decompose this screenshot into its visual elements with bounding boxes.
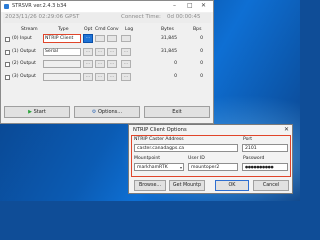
start-button[interactable]: ▶ Start: [4, 106, 70, 118]
timestamp: 2023/11/26 02:29:06 GPST: [5, 14, 80, 20]
row0-checkbox[interactable]: [5, 37, 10, 42]
row0-type-value: NTRIP Client: [45, 36, 74, 41]
ntrip-options-dialog: NTRIP Client Options ✕ NTRIP Caster Addr…: [128, 124, 293, 194]
header-cmd: Cmd: [95, 27, 106, 32]
header-type: Type: [58, 27, 69, 32]
dialog-title: NTRIP Client Options: [133, 127, 187, 133]
row2-log-button[interactable]: ...: [121, 60, 131, 68]
user-id-input[interactable]: mountoper2: [188, 163, 238, 171]
password-input[interactable]: ●●●●●●●●●●: [242, 163, 288, 171]
row3-opt-button[interactable]: ...: [83, 73, 93, 81]
connect-time-value: 0d 00:00:45: [167, 14, 201, 20]
mountpoint-value: markhamRTK: [137, 165, 168, 170]
row2-bytes: 0: [174, 61, 177, 66]
caster-address-label: NTRIP Caster Address: [134, 137, 184, 142]
close-button[interactable]: ✕: [201, 1, 206, 11]
row0-opt-button[interactable]: ...: [83, 34, 93, 43]
cancel-button[interactable]: Cancel: [253, 180, 289, 191]
ok-button[interactable]: OK: [215, 180, 249, 191]
row1-log-button[interactable]: ...: [121, 48, 131, 56]
row2-cmd-button[interactable]: ...: [95, 60, 105, 68]
title-bar: STRSVR ver.2.4.3 b34 – □ ✕: [1, 1, 213, 12]
strsvr-window: STRSVR ver.2.4.3 b34 – □ ✕ 2023/11/26 02…: [0, 0, 214, 124]
password-label: Password: [243, 156, 265, 161]
row2-type-select[interactable]: [43, 60, 81, 68]
get-mountpoint-button[interactable]: Get Mountp: [169, 180, 205, 191]
minimize-button[interactable]: –: [173, 1, 176, 11]
row0-stream-label: (0) Input: [12, 36, 32, 41]
row0-log-button[interactable]: [121, 35, 131, 42]
user-id-label: User ID: [188, 156, 205, 161]
header-conv: Conv: [107, 27, 119, 32]
row0-bps: 0: [200, 36, 203, 41]
row3-type-select[interactable]: [43, 73, 81, 81]
row3-cmd-button[interactable]: ...: [95, 73, 105, 81]
row0-type-select[interactable]: NTRIP Client: [43, 34, 81, 43]
row3-stream-label: (3) Output: [12, 74, 36, 79]
options-label: Options...: [98, 109, 123, 115]
row1-checkbox[interactable]: [5, 50, 10, 55]
row2-conv-button[interactable]: ...: [107, 60, 117, 68]
row2-bps: 0: [200, 61, 203, 66]
status-bar: 2023/11/26 02:29:06 GPST Connect Time: 0…: [3, 13, 211, 23]
row2-checkbox[interactable]: [5, 62, 10, 67]
row0-cmd-button[interactable]: [95, 35, 105, 42]
mountpoint-label: Mountpoint: [134, 156, 161, 161]
row0-conv-button[interactable]: [107, 35, 117, 42]
gear-icon: ⚙: [91, 109, 97, 115]
row1-bps: 0: [200, 49, 203, 54]
mountpoint-select[interactable]: markhamRTK ▾: [134, 163, 184, 171]
row1-conv-button[interactable]: ...: [107, 48, 117, 56]
row0-bytes: 31,845: [160, 36, 177, 41]
chevron-down-icon: ▾: [179, 165, 182, 170]
port-input[interactable]: 2101: [242, 144, 288, 152]
play-icon: ▶: [28, 109, 33, 115]
port-label: Port: [243, 137, 253, 142]
header-log: Log: [125, 27, 134, 32]
window-title: STRSVR ver.2.4.3 b34: [12, 3, 67, 9]
caster-address-input[interactable]: caster.canadagps.ca: [134, 144, 238, 152]
row1-opt-button[interactable]: ...: [83, 48, 93, 56]
row1-type-value: Serial: [45, 49, 58, 54]
header-bytes: Bytes: [161, 27, 174, 32]
row3-log-button[interactable]: ...: [121, 73, 131, 81]
header-opt: Opt: [84, 27, 93, 32]
options-button[interactable]: ⚙ Options...: [74, 106, 140, 118]
exit-button[interactable]: Exit: [144, 106, 210, 118]
row2-stream-label: (2) Output: [12, 61, 36, 66]
row1-cmd-button[interactable]: ...: [95, 48, 105, 56]
row3-checkbox[interactable]: [5, 75, 10, 80]
row1-stream-label: (1) Output: [12, 49, 36, 54]
row1-type-select[interactable]: Serial: [43, 48, 81, 56]
row2-opt-button[interactable]: ...: [83, 60, 93, 68]
header-stream: Stream: [21, 27, 38, 32]
maximize-button[interactable]: □: [187, 1, 193, 11]
row1-bytes: 31,845: [160, 49, 177, 54]
row3-bytes: 0: [174, 74, 177, 79]
row3-conv-button[interactable]: ...: [107, 73, 117, 81]
connect-time-label: Connect Time:: [121, 14, 161, 20]
app-icon: [4, 4, 9, 9]
start-label: Start: [33, 109, 46, 115]
dialog-close-icon[interactable]: ✕: [284, 126, 289, 133]
browse-button[interactable]: Browse...: [134, 180, 166, 191]
row3-bps: 0: [200, 74, 203, 79]
header-bps: Bps: [193, 27, 202, 32]
